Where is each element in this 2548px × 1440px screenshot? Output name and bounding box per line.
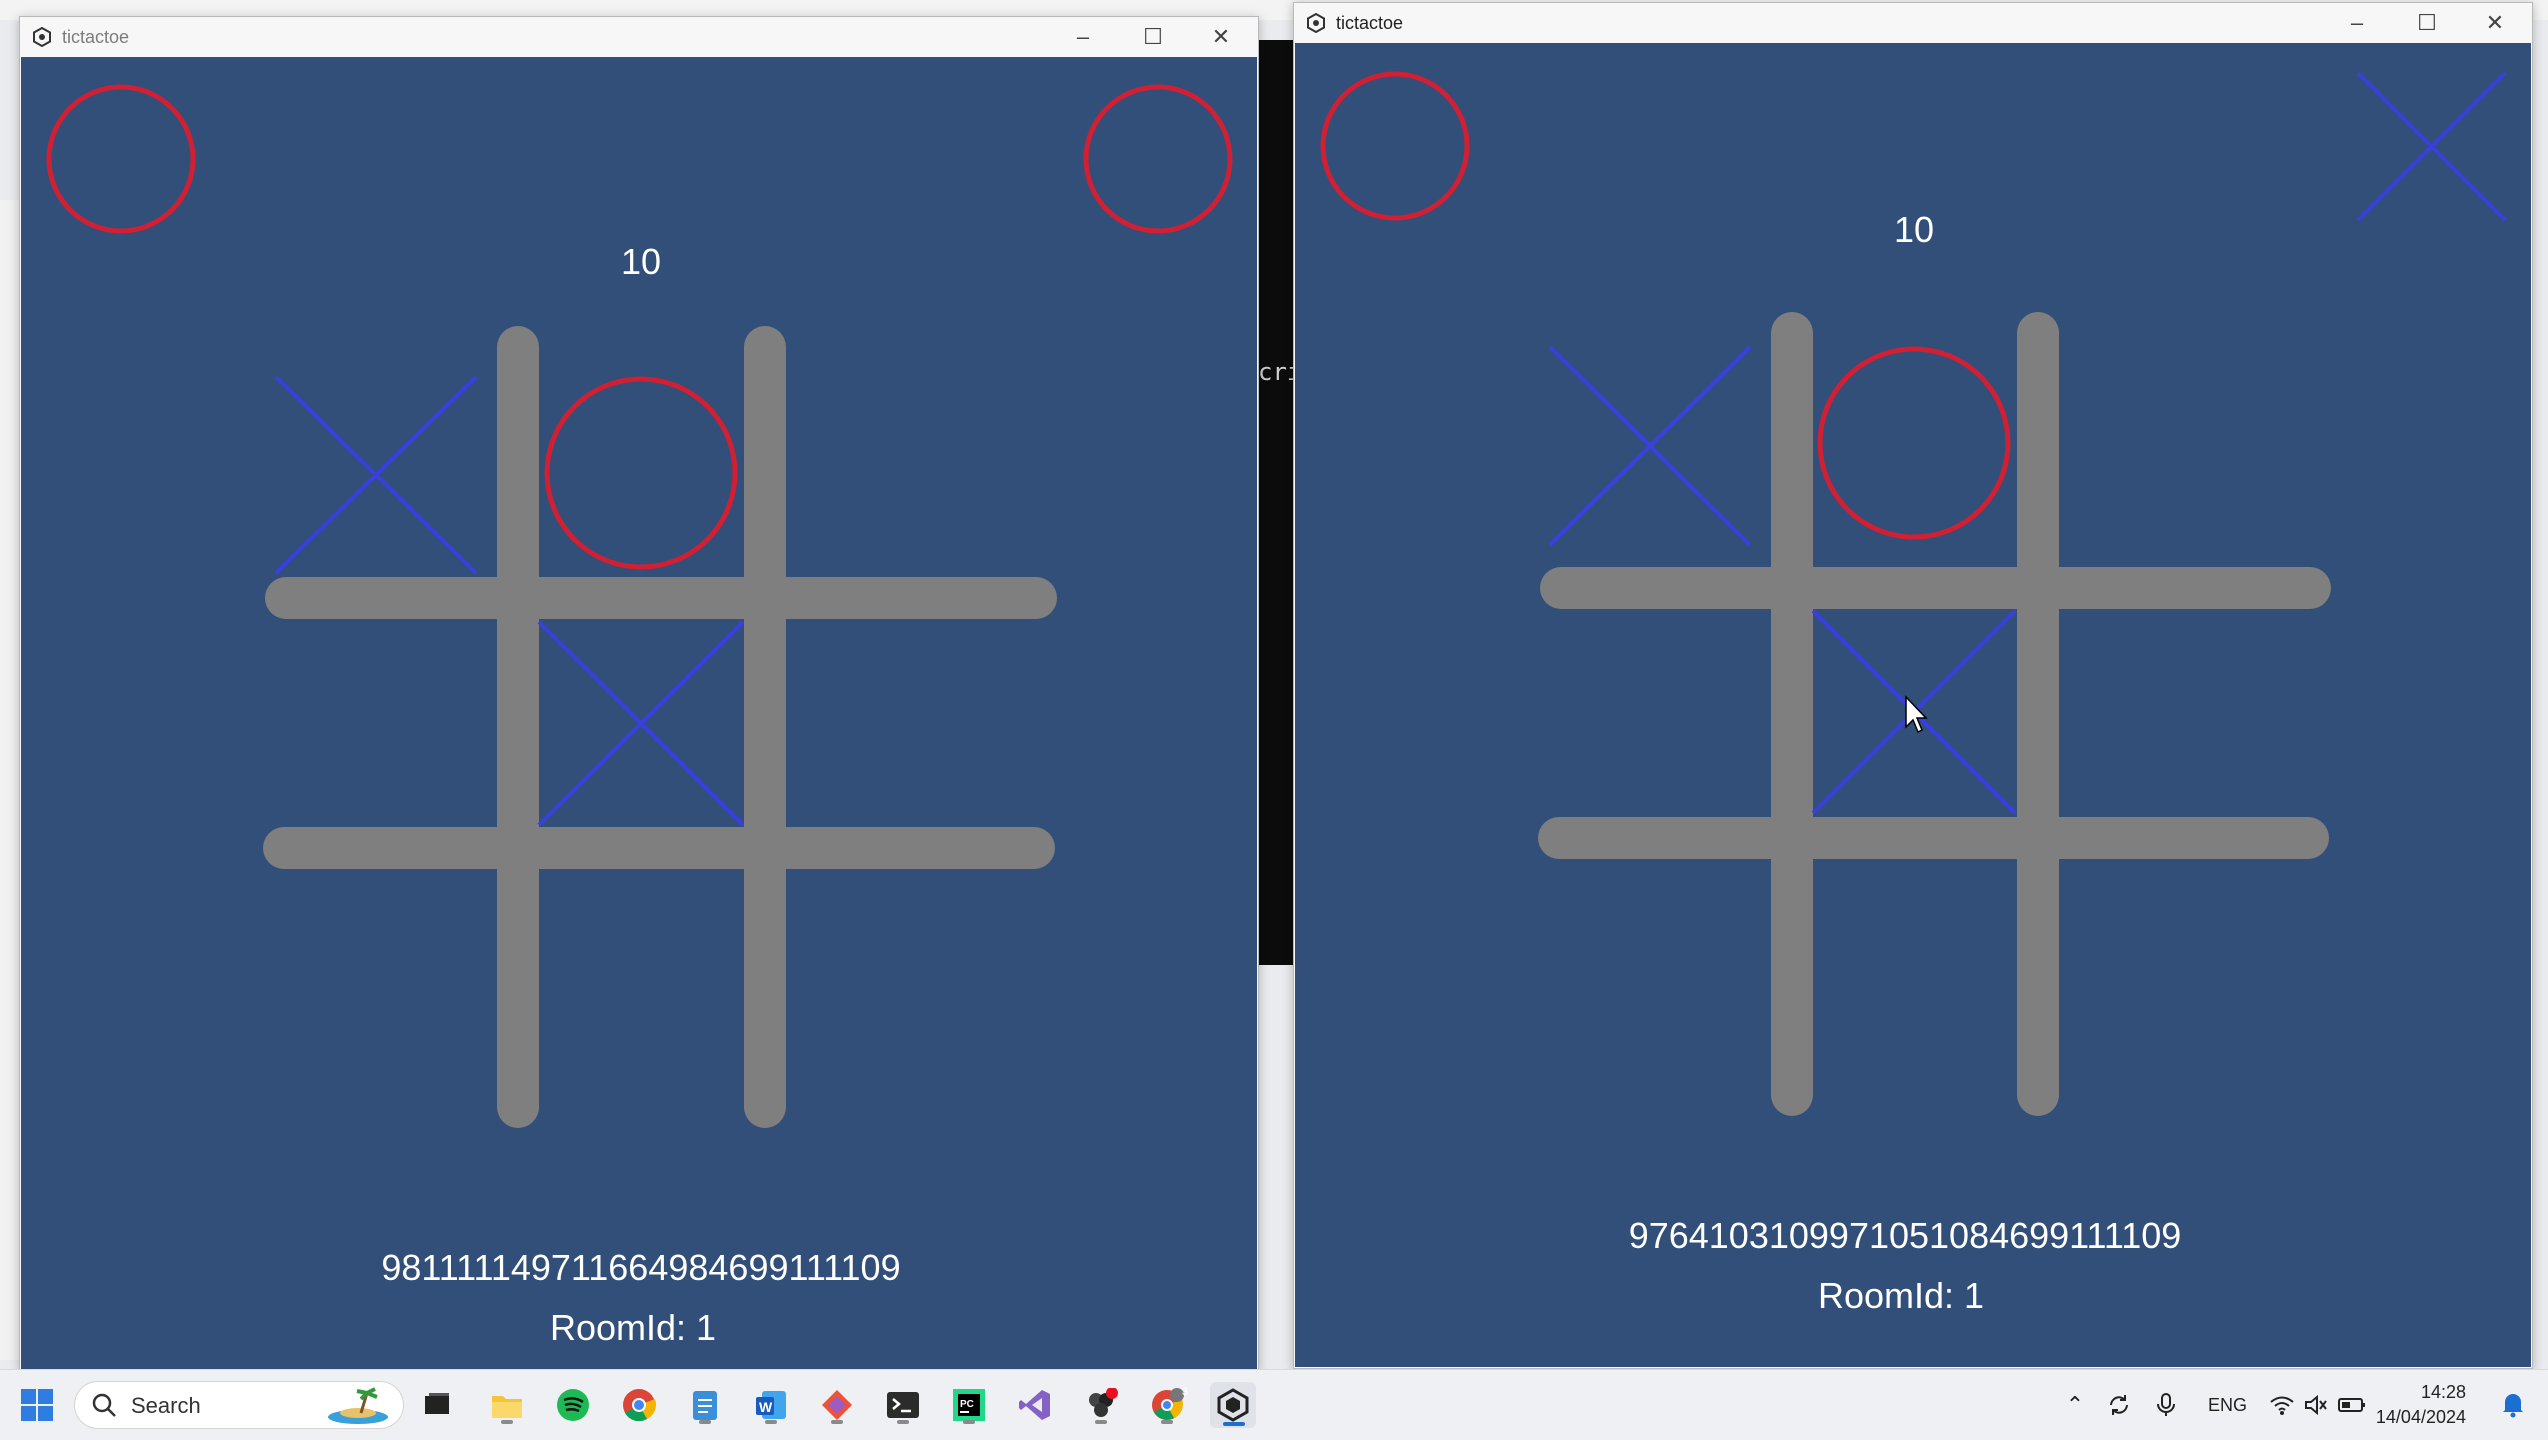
- opponent-marker-o: [1083, 84, 1233, 234]
- taskbar-clock[interactable]: 14:28 14/04/2024: [2376, 1380, 2466, 1430]
- system-tray: ⌃ ENG: [2054, 1370, 2371, 1440]
- turn-timer: 10: [1893, 209, 1935, 250]
- sync-icon[interactable]: [2106, 1392, 2132, 1418]
- unity-app-icon: [1307, 13, 1325, 33]
- clock-time: 14:28: [2420, 1382, 2466, 1402]
- player-marker-o: [46, 84, 196, 234]
- grid-lines: [1538, 312, 2331, 1116]
- unity-app-icon: [33, 27, 51, 47]
- word-icon[interactable]: W: [748, 1382, 794, 1428]
- task-view-icon[interactable]: [414, 1382, 460, 1428]
- cell-0-x-mark: [1548, 345, 1752, 547]
- close-button[interactable]: ✕: [2460, 3, 2530, 43]
- terminal-icon[interactable]: [880, 1382, 926, 1428]
- chrome-icon[interactable]: [616, 1382, 662, 1428]
- island-search-highlight-icon: [328, 1387, 388, 1424]
- cell-1-o-mark: [544, 376, 738, 570]
- cell-0-x-mark: [274, 375, 478, 575]
- room-id-label: RoomId: 1: [549, 1307, 717, 1348]
- visual-studio-icon[interactable]: [1012, 1382, 1058, 1428]
- chevron-up-icon[interactable]: ⌃: [2054, 1392, 2096, 1418]
- window-title: tictactoe: [62, 27, 130, 47]
- microphone-icon[interactable]: [2154, 1392, 2178, 1418]
- player-code: 981111149711664984699111109: [381, 1247, 901, 1288]
- notification-bell-icon[interactable]: [2500, 1390, 2526, 1418]
- search-placeholder: Search: [131, 1393, 201, 1418]
- room-id-label: RoomId: 1: [1817, 1275, 1985, 1316]
- git-icon[interactable]: [814, 1382, 860, 1428]
- taskbar-search-box[interactable]: Search: [74, 1381, 404, 1429]
- cell-1-o-mark: [1817, 346, 2011, 540]
- svg-text:W: W: [759, 1399, 773, 1415]
- chrome-profile-icon[interactable]: 3: [1144, 1382, 1190, 1428]
- background-editor-sidebar: [0, 200, 21, 1360]
- minimize-button[interactable]: –: [1048, 17, 1118, 57]
- maximize-button[interactable]: ☐: [1118, 17, 1188, 57]
- unity-icon[interactable]: [1210, 1382, 1256, 1428]
- game-area[interactable]: 10 981111149711664984699111109 RoomId: 1: [21, 57, 1257, 1369]
- davinci-icon[interactable]: [1078, 1382, 1124, 1428]
- title-bar[interactable]: tictactoe – ☐ ✕: [1294, 3, 2532, 43]
- tictactoe-window-right[interactable]: tictactoe – ☐ ✕ 10 976410310997105108469…: [1293, 2, 2533, 1369]
- svg-text:PC: PC: [960, 1399, 974, 1410]
- pycharm-icon[interactable]: PC: [946, 1382, 992, 1428]
- file-explorer-icon[interactable]: [484, 1382, 530, 1428]
- taskbar: Search W PC 3 ⌃ ENG 14:28 14/04/2024: [0, 1369, 2548, 1440]
- player-marker-o: [1320, 71, 1470, 221]
- opponent-marker-x: [2356, 71, 2507, 222]
- player-code: 976410310997105108469911110​9: [1628, 1215, 2182, 1256]
- maximize-button[interactable]: ☐: [2392, 3, 2462, 43]
- notification-badge: 3: [1181, 1386, 1188, 1398]
- battery-icon[interactable]: [2337, 1394, 2367, 1416]
- close-button[interactable]: ✕: [1186, 17, 1256, 57]
- start-icon[interactable]: [14, 1382, 60, 1428]
- game-area[interactable]: 10 976410310997105108469911110​9 RoomId:…: [1295, 43, 2531, 1367]
- cell-4-x-mark: [537, 620, 745, 827]
- turn-timer: 10: [620, 241, 662, 282]
- volume-muted-icon[interactable]: [2303, 1394, 2329, 1416]
- language-indicator[interactable]: ENG: [2208, 1395, 2247, 1416]
- minimize-button[interactable]: –: [2322, 3, 2392, 43]
- tictactoe-window-left[interactable]: tictactoe – ☐ ✕ 10 981111149711664984699…: [19, 16, 1259, 1371]
- wifi-icon[interactable]: [2269, 1394, 2295, 1416]
- search-icon: [92, 1393, 116, 1417]
- title-bar[interactable]: tictactoe – ☐ ✕: [20, 17, 1258, 57]
- clock-date: 14/04/2024: [2375, 1407, 2466, 1427]
- grid-lines: [263, 326, 1057, 1128]
- notepad-icon[interactable]: [682, 1382, 728, 1428]
- window-title: tictactoe: [1336, 13, 1404, 33]
- spotify-icon[interactable]: [550, 1382, 596, 1428]
